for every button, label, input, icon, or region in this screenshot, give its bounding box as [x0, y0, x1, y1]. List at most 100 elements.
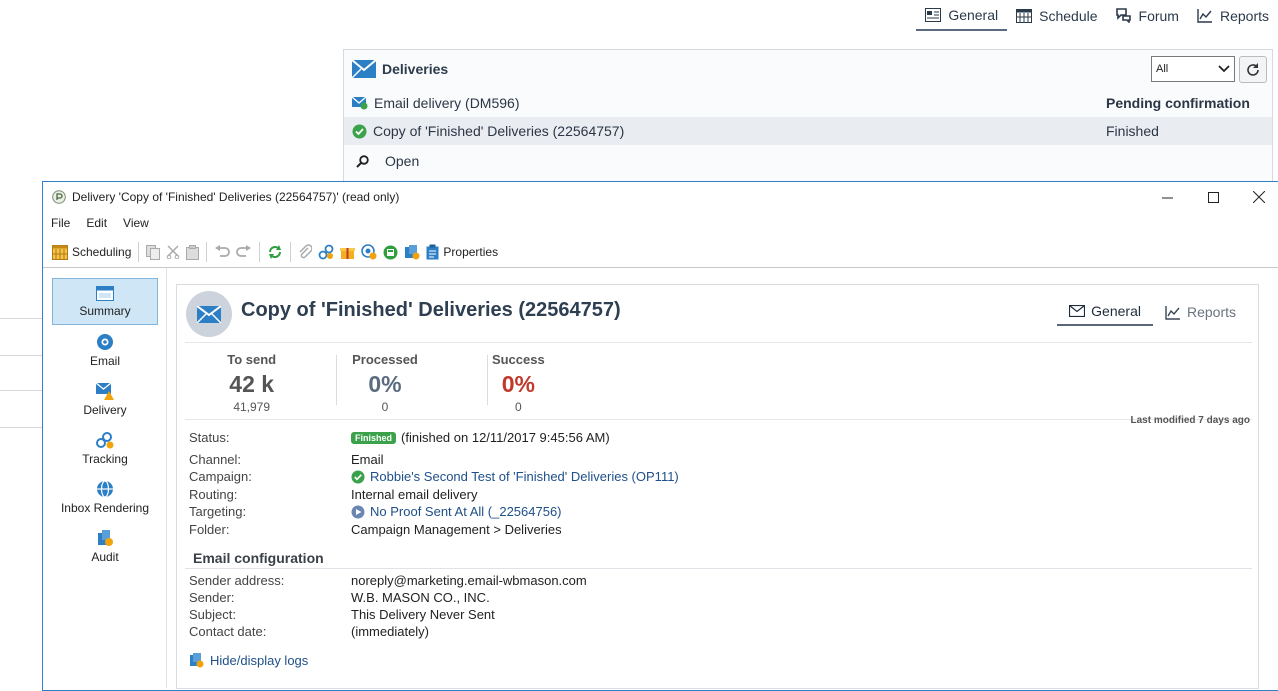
deliveries-header: Deliveries	[344, 50, 1272, 88]
properties-button[interactable]: Properties	[423, 240, 501, 264]
refresh-icon	[269, 245, 282, 259]
deliveries-title: Deliveries	[382, 61, 449, 77]
tab-label: Reports	[1186, 304, 1236, 320]
clipboard-icon	[426, 244, 439, 260]
delivery-row[interactable]: Email delivery (DM596) Pending confirmat…	[344, 89, 1272, 117]
window-titlebar: Delivery 'Copy of 'Finished' Deliveries …	[43, 182, 1278, 212]
refresh-toolbar-button[interactable]	[264, 240, 286, 264]
globe-icon	[97, 480, 113, 498]
filter-value: All	[1156, 63, 1169, 75]
proof-button[interactable]	[358, 240, 380, 264]
field-label: Sender address:	[189, 573, 285, 588]
tracking-link-button[interactable]	[315, 240, 337, 264]
paste-button[interactable]	[183, 240, 202, 264]
header-divider	[185, 342, 1252, 343]
target-icon	[361, 244, 377, 260]
offer-button[interactable]	[337, 240, 358, 264]
top-navigation: General Schedule Forum Reports	[916, 0, 1278, 31]
delivery-row[interactable]: Copy of 'Finished' Deliveries (22564757)…	[344, 117, 1272, 145]
contact-date-value: (immediately)	[351, 624, 430, 639]
stat-success: Success 0% 0	[452, 348, 585, 414]
sidenav-label: Email	[89, 354, 120, 368]
field-label: Routing:	[189, 487, 238, 502]
toolbar: Scheduling Properties	[43, 238, 1278, 266]
undo-button[interactable]	[211, 240, 233, 264]
stat-label: Processed	[352, 352, 418, 367]
field-label: Subject:	[189, 607, 236, 622]
maximize-button[interactable]	[1190, 182, 1236, 212]
tab-reports[interactable]: Reports	[1153, 298, 1248, 326]
summary-title: Copy of 'Finished' Deliveries (22564757)	[241, 299, 621, 321]
menu-file[interactable]: File	[51, 216, 70, 230]
field-label: Contact date:	[189, 624, 267, 639]
campaign-link[interactable]: Robbie's Second Test of 'Finished' Deliv…	[370, 469, 679, 484]
check-circle-icon	[351, 470, 365, 483]
nav-tab-forum[interactable]: Forum	[1107, 0, 1188, 31]
sender-address-value: noreply@marketing.email-wbmason.com	[351, 573, 587, 588]
last-modified: Last modified 7 days ago	[1130, 415, 1250, 426]
summary-content: Copy of 'Finished' Deliveries (22564757)…	[176, 284, 1259, 689]
copy-button[interactable]	[143, 240, 163, 264]
play-circle-icon	[351, 505, 365, 518]
stat-processed: Processed 0% 0	[318, 348, 451, 414]
stats-divider	[185, 419, 1252, 420]
stat-divider	[336, 355, 337, 405]
field-value: W.B. MASON CO., INC.	[351, 590, 490, 605]
deliveries-filter-select[interactable]: All	[1151, 56, 1235, 82]
attachment-button[interactable]	[295, 240, 315, 264]
sidenav-label: Delivery	[83, 402, 127, 417]
summary-header: Copy of 'Finished' Deliveries (22564757)…	[177, 285, 1258, 340]
validate-button[interactable]	[380, 240, 401, 264]
deliveries-panel: Deliveries All Email delivery (DM596) Pe…	[343, 49, 1273, 182]
delivery-icon	[96, 382, 114, 400]
paste-icon	[186, 244, 200, 260]
open-action[interactable]: Open	[344, 147, 1272, 175]
email-config-title: Email configuration	[193, 550, 324, 566]
paperclip-icon	[299, 244, 313, 259]
toolbar-separator	[138, 242, 140, 262]
sidenav-item-audit[interactable]: Audit	[52, 523, 158, 570]
reports-chart-icon	[1165, 305, 1180, 320]
channel-value: Email	[351, 452, 384, 467]
envelope-outline-icon	[1069, 305, 1086, 317]
menu-view[interactable]: View	[123, 216, 149, 230]
audit-toolbar-button[interactable]	[401, 240, 423, 264]
nav-tab-general[interactable]: General	[916, 0, 1008, 31]
refresh-button[interactable]	[1239, 56, 1267, 83]
sidenav-label: Inbox Rendering	[60, 501, 150, 515]
gift-icon	[340, 248, 356, 259]
menu-edit[interactable]: Edit	[86, 216, 107, 230]
field-label: Campaign:	[189, 469, 252, 484]
sidenav-item-inbox-rendering[interactable]: Inbox Rendering	[52, 474, 158, 521]
targeting-link[interactable]: No Proof Sent At All (_22564756)	[370, 504, 562, 519]
sidenav-item-summary[interactable]: Summary	[52, 278, 158, 325]
redo-button[interactable]	[233, 240, 255, 264]
field-value: Internal email delivery	[351, 487, 477, 502]
scheduling-button[interactable]: Scheduling	[49, 240, 134, 264]
nav-tab-schedule[interactable]: Schedule	[1007, 0, 1106, 31]
sidenav-item-email[interactable]: Email	[52, 327, 158, 374]
stats-row: To send 42 k 41,979 Processed 0% 0 Succe…	[185, 348, 585, 414]
field-label: Sender:	[189, 590, 235, 605]
status-value: Finished (finished on 12/11/2017 9:45:56…	[351, 430, 610, 445]
routing-value: Internal email delivery	[351, 487, 478, 502]
sidenav-label: Summary	[79, 303, 131, 318]
minimize-button[interactable]	[1144, 182, 1190, 212]
cut-button[interactable]	[163, 240, 183, 264]
delivery-name: Copy of 'Finished' Deliveries (22564757)	[373, 123, 625, 139]
sidenav-item-tracking[interactable]: Tracking	[52, 425, 158, 472]
close-button[interactable]	[1236, 182, 1278, 212]
stat-value: 0%	[368, 371, 402, 397]
hide-display-logs-link[interactable]: Hide/display logs	[189, 652, 308, 668]
scheduling-label: Scheduling	[72, 245, 132, 259]
sidenav-item-delivery[interactable]: Delivery	[52, 376, 158, 423]
nav-tab-reports[interactable]: Reports	[1188, 0, 1278, 31]
tab-general[interactable]: General	[1057, 298, 1153, 326]
field-label: Targeting:	[189, 504, 247, 519]
stat-sub: 0	[381, 400, 389, 414]
reports-chart-icon	[1197, 9, 1212, 23]
toolbar-separator	[206, 242, 208, 262]
toolbar-separator	[290, 242, 292, 262]
summary-tabs: General Reports	[1057, 298, 1248, 326]
nav-tab-label: Forum	[1138, 7, 1179, 24]
